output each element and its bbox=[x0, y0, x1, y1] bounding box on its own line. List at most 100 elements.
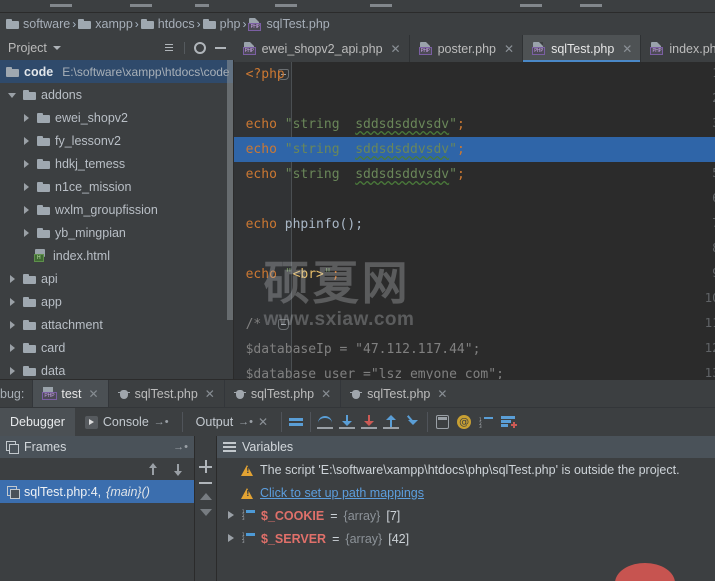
tree-item-index-html[interactable]: H index.html bbox=[0, 244, 234, 267]
menu-item[interactable] bbox=[130, 4, 152, 7]
tree-item-app[interactable]: app bbox=[0, 290, 234, 313]
pin-icon[interactable]: →• bbox=[173, 441, 188, 453]
chevron-right-icon[interactable] bbox=[22, 113, 32, 123]
variable-row-server[interactable]: 123 $_SERVER = {array} [42] bbox=[217, 527, 715, 550]
add-icon[interactable] bbox=[199, 460, 212, 473]
tree-item-api[interactable]: api bbox=[0, 267, 234, 290]
arrow-down-icon[interactable] bbox=[173, 463, 184, 476]
frame-row[interactable]: sqlTest.php:4, {main}() bbox=[0, 480, 194, 503]
chevron-down-icon[interactable] bbox=[52, 45, 61, 50]
show-execution-point-icon[interactable] bbox=[285, 408, 307, 437]
tree-item-wxlm-groupfission[interactable]: wxlm_groupfission bbox=[0, 198, 234, 221]
editor-tab-index[interactable]: PHP index.ph bbox=[641, 35, 715, 62]
menu-item[interactable] bbox=[50, 4, 72, 7]
pin-icon[interactable]: →• bbox=[154, 416, 169, 428]
tree-item-addons[interactable]: addons bbox=[0, 83, 234, 106]
chevron-right-icon[interactable] bbox=[227, 511, 236, 520]
editor-tab-bar[interactable]: PHP ewei_shopv2_api.php ✕ PHP poster.php… bbox=[233, 35, 715, 62]
run-tab-sqltest-2[interactable]: sqlTest.php ✕ bbox=[223, 380, 340, 407]
code-editor[interactable]: 1 2 3 4 5 6 7 8 9 10 11 12 13 bbox=[233, 62, 715, 379]
arrow-up-icon[interactable] bbox=[148, 462, 159, 476]
close-icon[interactable]: ✕ bbox=[391, 42, 401, 56]
close-icon[interactable]: ✕ bbox=[321, 387, 331, 401]
chevron-right-icon[interactable] bbox=[8, 320, 18, 330]
chevron-right-icon[interactable] bbox=[8, 366, 18, 376]
chevron-right-icon[interactable] bbox=[227, 534, 236, 543]
debugger-toolbar[interactable]: Debugger Console →• Output →• ✕ @ 1 2 3 bbox=[0, 407, 715, 437]
breadcrumb-item-xampp[interactable]: xampp bbox=[78, 17, 133, 31]
folder-icon bbox=[6, 19, 19, 29]
breadcrumb[interactable]: software › xampp › htdocs › php › PHP sq… bbox=[0, 13, 715, 35]
run-tab-sqltest-1[interactable]: sqlTest.php ✕ bbox=[107, 380, 224, 407]
breadcrumb-item-software[interactable]: software bbox=[6, 17, 70, 31]
path-mappings-link[interactable]: Click to set up path mappings bbox=[260, 486, 424, 500]
chevron-right-icon[interactable] bbox=[8, 343, 18, 353]
run-configuration-tabs[interactable]: bug: PHP test ✕ sqlTest.php ✕ sqlTest.ph… bbox=[0, 380, 715, 407]
step-over-icon[interactable] bbox=[314, 408, 336, 437]
breadcrumb-item-php[interactable]: php bbox=[202, 17, 240, 31]
close-icon[interactable]: ✕ bbox=[89, 387, 99, 401]
tree-item-yb-mingpian[interactable]: yb_mingpian bbox=[0, 221, 234, 244]
folder-icon bbox=[23, 273, 36, 284]
run-tab-test[interactable]: PHP test ✕ bbox=[32, 380, 108, 407]
add-watch-icon[interactable] bbox=[497, 408, 519, 437]
gear-icon[interactable] bbox=[193, 41, 206, 54]
move-up-icon[interactable] bbox=[199, 493, 212, 500]
project-panel-title[interactable]: Project bbox=[8, 41, 47, 55]
menu-item[interactable] bbox=[370, 4, 392, 7]
close-icon[interactable]: ✕ bbox=[622, 42, 632, 56]
tree-item-hdkj-temess[interactable]: hdkj_temess bbox=[0, 152, 234, 175]
tree-item-attachment[interactable]: attachment bbox=[0, 313, 234, 336]
menu-bar[interactable] bbox=[0, 0, 715, 13]
breadcrumb-item-sqltest[interactable]: PHP sqlTest.php bbox=[248, 17, 330, 31]
breadcrumb-label: sqlTest.php bbox=[266, 17, 330, 31]
evaluate-expression-icon[interactable] bbox=[431, 408, 453, 437]
chevron-right-icon[interactable] bbox=[22, 159, 32, 169]
chevron-right-icon[interactable] bbox=[22, 136, 32, 146]
tab-output[interactable]: Output →• ✕ bbox=[186, 408, 278, 437]
menu-item[interactable] bbox=[195, 4, 209, 7]
tab-console[interactable]: Console →• bbox=[75, 408, 179, 437]
close-icon[interactable]: ✕ bbox=[437, 387, 447, 401]
chevron-right-icon[interactable] bbox=[22, 182, 32, 192]
close-icon[interactable]: ✕ bbox=[205, 387, 215, 401]
menu-item[interactable] bbox=[580, 4, 602, 7]
variables-list-icon[interactable]: 123 bbox=[475, 408, 497, 437]
tree-item-fy-lessonv2[interactable]: fy_lessonv2 bbox=[0, 129, 234, 152]
tab-debugger[interactable]: Debugger bbox=[0, 407, 75, 437]
minimize-icon[interactable] bbox=[214, 46, 226, 49]
chevron-right-icon[interactable] bbox=[22, 228, 32, 238]
editor-tab-poster[interactable]: PHP poster.php ✕ bbox=[410, 35, 524, 62]
step-out-icon[interactable] bbox=[380, 408, 402, 437]
run-tab-sqltest-3[interactable]: sqlTest.php ✕ bbox=[340, 380, 456, 407]
project-tree[interactable]: code E:\software\xampp\htdocs\code addon… bbox=[0, 60, 234, 379]
tree-item-data[interactable]: data bbox=[0, 359, 234, 379]
remove-icon[interactable] bbox=[199, 482, 212, 484]
editor-tab-ewei-shopv2-api[interactable]: PHP ewei_shopv2_api.php ✕ bbox=[234, 35, 410, 62]
force-step-into-icon[interactable] bbox=[358, 408, 380, 437]
variable-row-cookie[interactable]: 123 $_COOKIE = {array} [7] bbox=[217, 504, 715, 527]
move-down-icon[interactable] bbox=[199, 509, 212, 516]
breadcrumb-item-htdocs[interactable]: htdocs bbox=[140, 17, 195, 31]
path-mapping-link-row[interactable]: Click to set up path mappings bbox=[217, 481, 715, 504]
chevron-right-icon[interactable] bbox=[22, 205, 32, 215]
close-icon[interactable]: ✕ bbox=[258, 415, 268, 429]
run-to-cursor-icon[interactable] bbox=[402, 408, 424, 437]
close-icon[interactable]: ✕ bbox=[504, 42, 514, 56]
chevron-right-icon[interactable] bbox=[8, 274, 18, 284]
collapse-all-icon[interactable] bbox=[163, 42, 175, 54]
chevron-right-icon[interactable] bbox=[8, 297, 18, 307]
menu-item[interactable] bbox=[275, 4, 297, 7]
step-into-icon[interactable] bbox=[336, 408, 358, 437]
menu-item[interactable] bbox=[520, 4, 542, 7]
tree-item-ewei-shopv2[interactable]: ewei_shopv2 bbox=[0, 106, 234, 129]
mute-breakpoints-icon[interactable]: @ bbox=[453, 408, 475, 437]
variables-side-toolbar[interactable] bbox=[195, 436, 217, 581]
frames-toolbar[interactable] bbox=[0, 458, 194, 480]
project-tree-root[interactable]: code E:\software\xampp\htdocs\code bbox=[0, 60, 234, 83]
editor-tab-sqltest[interactable]: PHP sqlTest.php ✕ bbox=[523, 35, 642, 62]
tree-item-card[interactable]: card bbox=[0, 336, 234, 359]
pin-icon[interactable]: →• bbox=[238, 416, 253, 428]
chevron-down-icon[interactable] bbox=[8, 90, 18, 100]
tree-item-n1ce-mission[interactable]: n1ce_mission bbox=[0, 175, 234, 198]
